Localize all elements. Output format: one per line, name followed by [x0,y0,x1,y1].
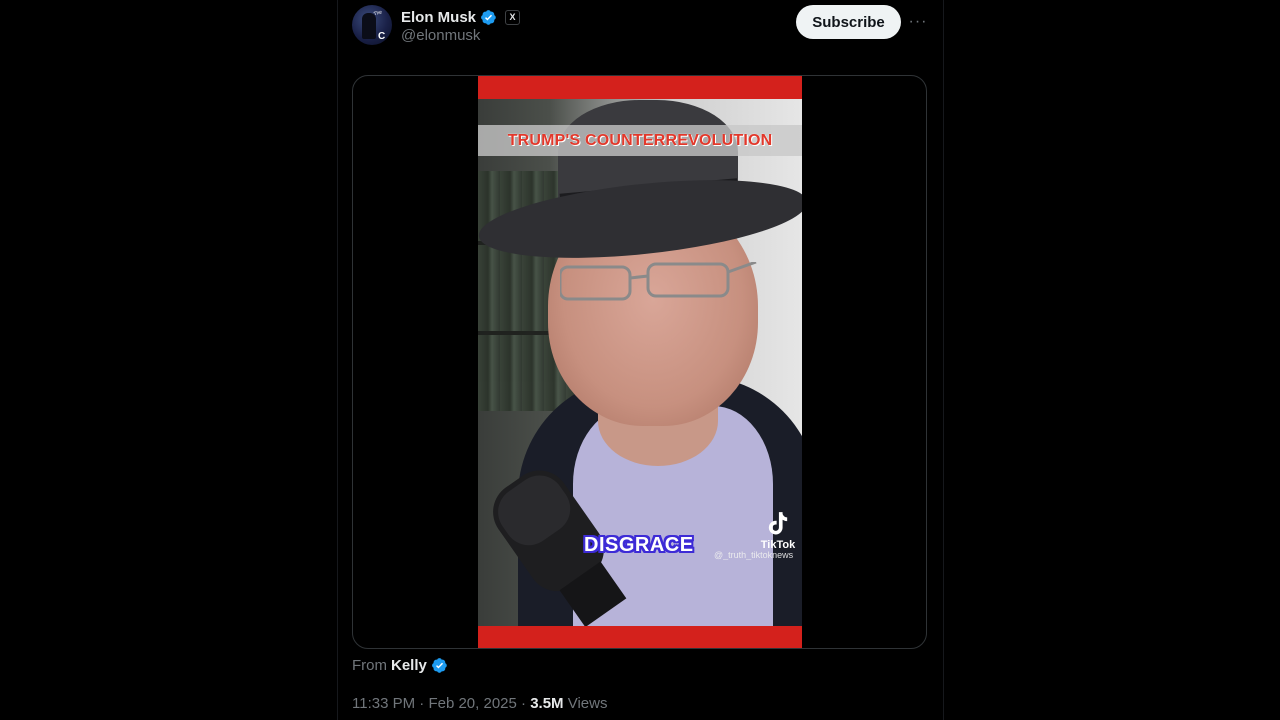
author-handle[interactable]: @elonmusk [401,27,480,44]
video-caption: DISGRACE [584,534,694,556]
author-avatar[interactable]: ᵀʰᵉ C [352,5,392,45]
views-label: Views [563,694,608,712]
post-meta: 11:33 PM · Feb 20, 2025 · 3.5M Views [352,693,607,713]
video-title: TRUMP'S COUNTERREVOLUTION [507,131,773,149]
meta-separator: · [415,694,429,712]
video-title-banner: TRUMP'S COUNTERREVOLUTION [478,125,802,156]
source-attribution[interactable]: From Kelly [352,655,448,675]
avatar-graphic-c: C [378,31,386,42]
verified-badge-icon [431,657,447,673]
video-player[interactable]: TRUMP'S COUNTERREVOLUTION DISGRACE TikTo… [478,76,802,648]
tiktok-logo-icon [768,512,788,535]
tiktok-username: @_truth_tiktoknews [714,550,794,560]
author-name-row[interactable]: Elon Musk X [401,7,521,27]
verified-badge-icon [481,9,496,25]
post-date[interactable]: Feb 20, 2025 [428,695,516,712]
avatar-graphic: ᵀʰᵉ [373,10,384,19]
meta-separator: · [516,694,531,712]
post-media-container[interactable]: TRUMP'S COUNTERREVOLUTION DISGRACE TikTo… [352,75,927,649]
video-red-bar-bottom [478,626,802,648]
x-affiliate-badge-icon: X [505,9,521,25]
speaker-glasses [560,262,757,301]
subscribe-button[interactable]: Subscribe [796,5,901,39]
source-name[interactable]: Kelly [391,657,427,674]
post-time[interactable]: 11:33 PM [352,695,415,712]
more-options-icon[interactable]: ··· [906,10,930,34]
video-red-bar-top [478,76,802,99]
tiktok-watermark: TikTok [758,512,798,551]
source-prefix: From [352,656,387,674]
views-count: 3.5M [530,694,564,712]
author-display-name[interactable]: Elon Musk [401,9,476,26]
